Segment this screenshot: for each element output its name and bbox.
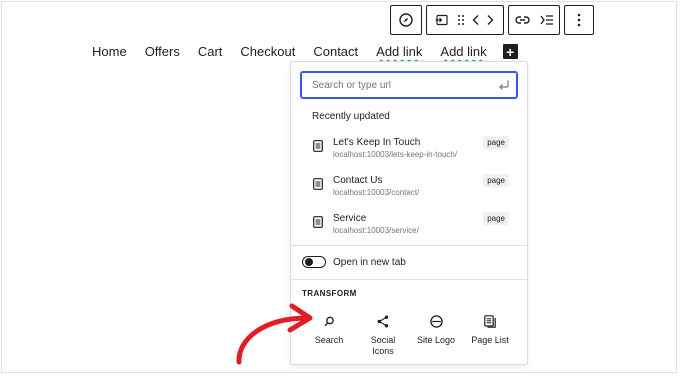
drag-handle[interactable] xyxy=(453,6,469,34)
submenu-icon xyxy=(435,14,448,26)
toolbar-group-parent xyxy=(390,5,422,35)
divider xyxy=(291,279,527,280)
toggle-knob xyxy=(305,258,313,266)
recently-updated-heading: Recently updated xyxy=(312,111,390,122)
result-type-badge: page xyxy=(483,174,509,187)
compass-icon xyxy=(399,13,413,27)
url-search-box xyxy=(301,72,517,98)
open-new-tab-toggle[interactable]: Open in new tab xyxy=(302,256,406,268)
result-title: Let's Keep In Touch xyxy=(333,137,421,148)
transform-label: Social Icons xyxy=(370,335,396,356)
move-left-button[interactable] xyxy=(469,6,483,34)
open-new-tab-label: Open in new tab xyxy=(333,256,406,268)
add-submenu-button[interactable] xyxy=(431,6,453,34)
divider xyxy=(291,245,527,246)
indent-button[interactable] xyxy=(535,6,559,34)
toolbar-group-format xyxy=(508,5,560,35)
page-list-icon xyxy=(484,314,496,328)
chevron-left-icon xyxy=(472,15,479,25)
result-title: Contact Us xyxy=(333,175,383,186)
search-icon xyxy=(323,316,334,326)
link-control-popover: Recently updated Let's Keep In Touch loc… xyxy=(290,61,528,365)
add-block-button[interactable]: + xyxy=(502,44,518,59)
toolbar-group-block xyxy=(426,5,504,35)
transform-label: Site Logo xyxy=(416,335,456,345)
result-url: localhost:10003/lets-keep-in-touch/ xyxy=(333,150,458,159)
toolbar-group-options xyxy=(564,5,594,35)
options-button[interactable] xyxy=(565,6,593,34)
result-type-badge: page xyxy=(483,136,509,149)
result-title: Service xyxy=(333,213,367,224)
toggle-switch[interactable] xyxy=(302,256,326,268)
result-url: localhost:10003/service/ xyxy=(333,226,419,235)
annotation-arrow xyxy=(236,303,313,365)
page-icon xyxy=(313,216,323,228)
transform-social-icons-button[interactable]: Social Icons xyxy=(357,312,409,357)
transform-site-logo-button[interactable]: Site Logo xyxy=(410,312,462,346)
transform-heading: TRANSFORM xyxy=(302,289,357,298)
chevron-right-icon xyxy=(487,15,494,25)
transform-page-list-button[interactable]: Page List xyxy=(464,312,516,346)
select-parent-button[interactable] xyxy=(391,6,421,34)
nav-item-add-link-active[interactable]: Add link xyxy=(440,44,486,59)
nav-item-add-link[interactable]: Add link xyxy=(376,44,422,59)
result-url: localhost:10003/contact/ xyxy=(333,188,420,197)
page-icon xyxy=(313,140,323,152)
enter-icon[interactable] xyxy=(498,79,510,91)
link-button[interactable] xyxy=(509,6,535,34)
navigation-menu: Home Offers Cart Checkout Contact Add li… xyxy=(92,44,518,59)
site-logo-icon xyxy=(429,314,443,328)
page-icon xyxy=(313,178,323,190)
nav-item-offers[interactable]: Offers xyxy=(145,44,180,59)
nav-item-cart[interactable]: Cart xyxy=(198,44,223,59)
link-icon xyxy=(514,16,530,24)
result-type-badge: page xyxy=(483,212,509,225)
more-vertical-icon xyxy=(577,13,581,27)
nav-item-checkout[interactable]: Checkout xyxy=(240,44,295,59)
share-icon xyxy=(377,315,389,327)
search-result-item[interactable]: Service localhost:10003/service/ page xyxy=(306,211,512,243)
search-result-item[interactable]: Let's Keep In Touch localhost:10003/lets… xyxy=(306,135,512,167)
url-search-input[interactable] xyxy=(312,79,492,91)
search-result-item[interactable]: Contact Us localhost:10003/contact/ page xyxy=(306,173,512,205)
transform-label: Page List xyxy=(471,335,509,345)
drag-handle-icon xyxy=(458,15,464,25)
nav-item-home[interactable]: Home xyxy=(92,44,127,59)
indent-icon xyxy=(540,15,553,25)
move-right-button[interactable] xyxy=(483,6,497,34)
nav-item-contact[interactable]: Contact xyxy=(313,44,358,59)
